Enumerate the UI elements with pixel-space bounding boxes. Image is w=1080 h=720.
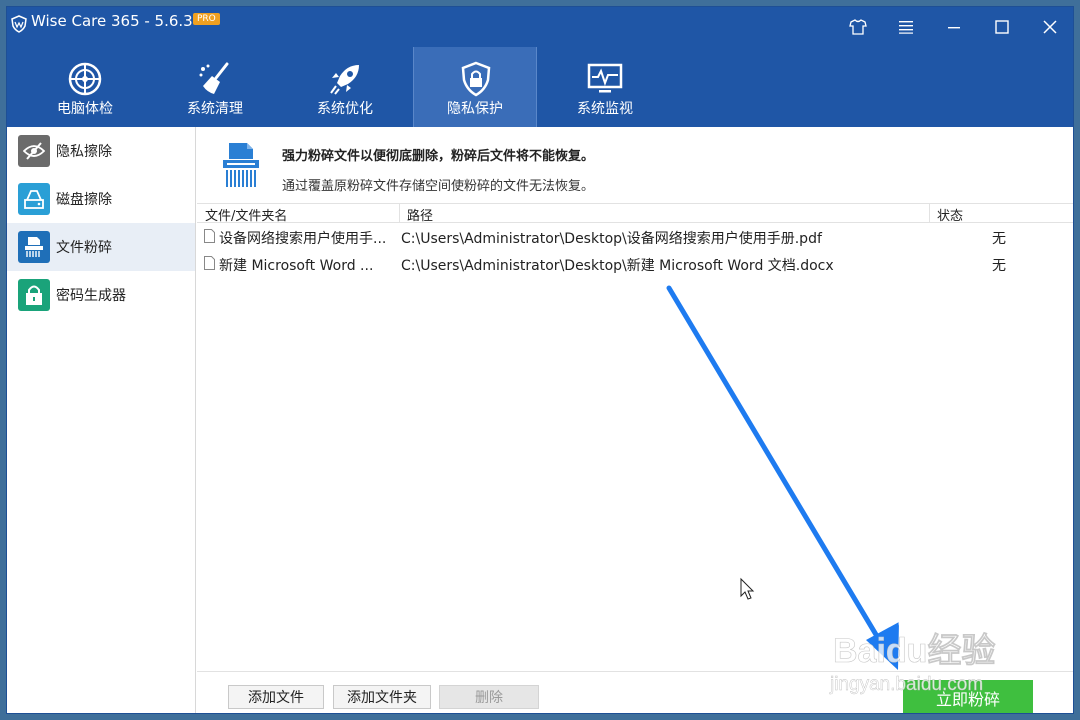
file-path: C:\Users\Administrator\Desktop\设备网络搜索用户使… xyxy=(401,231,822,247)
table-header: 文件/文件夹名 路径 状态 xyxy=(197,203,1073,224)
add-file-button[interactable]: 添加文件 xyxy=(228,685,324,709)
close-button[interactable] xyxy=(1027,7,1073,47)
file-list-table: 文件/文件夹名 路径 状态 设备网络搜索用户使用手... C:\Users\Ad… xyxy=(197,203,1073,277)
app-logo-icon xyxy=(11,15,27,33)
eye-slash-icon xyxy=(18,135,50,167)
skin-button[interactable] xyxy=(835,7,881,47)
sidebar-item-label: 密码生成器 xyxy=(56,288,126,304)
monitor-icon xyxy=(587,63,623,93)
file-icon xyxy=(204,229,215,243)
add-folder-button[interactable]: 添加文件夹 xyxy=(333,685,431,709)
sidebar-item-password-generator[interactable]: 密码生成器 xyxy=(7,271,195,319)
file-path: C:\Users\Administrator\Desktop\新建 Micros… xyxy=(401,258,834,274)
tab-label: 电脑体检 xyxy=(57,101,113,117)
file-shredder-panel: 强力粉碎文件以便彻底删除，粉碎后文件将不能恢复。 通过覆盖原粉碎文件存储空间使粉… xyxy=(197,127,1073,713)
table-row[interactable]: 设备网络搜索用户使用手... C:\Users\Administrator\De… xyxy=(197,223,1073,250)
maximize-icon xyxy=(995,20,1009,34)
panel-description: 通过覆盖原粉碎文件存储空间使粉碎的文件无法恢复。 xyxy=(282,179,595,194)
tab-privacy-protector[interactable]: 隐私保护 xyxy=(413,47,537,127)
menu-button[interactable] xyxy=(883,7,929,47)
privacy-shield-icon xyxy=(461,61,491,97)
file-name: 设备网络搜索用户使用手... xyxy=(219,231,387,247)
sidebar-item-label: 文件粉碎 xyxy=(56,240,112,256)
sidebar-item-privacy-eraser[interactable]: 隐私擦除 xyxy=(7,127,195,175)
menu-icon xyxy=(899,21,913,34)
shirt-icon xyxy=(849,19,867,35)
action-bar: 添加文件 添加文件夹 删除 立即粉碎 xyxy=(197,671,1073,713)
main-toolbar: 电脑体检 系统清理 系统优化 隐私保护 系统监视 xyxy=(7,47,1073,127)
radar-icon xyxy=(68,62,102,96)
sidebar-item-label: 隐私擦除 xyxy=(56,144,112,160)
delete-button[interactable]: 删除 xyxy=(439,685,539,709)
lock-icon xyxy=(18,279,50,311)
shredder-header-icon xyxy=(223,143,259,187)
tab-label: 隐私保护 xyxy=(447,101,503,117)
column-header-name[interactable]: 文件/文件夹名 xyxy=(205,205,287,224)
rocket-icon xyxy=(330,65,359,95)
sidebar-item-label: 磁盘擦除 xyxy=(56,192,112,208)
column-header-status[interactable]: 状态 xyxy=(937,205,963,224)
tab-system-monitor[interactable]: 系统监视 xyxy=(543,47,667,127)
tab-system-cleaner[interactable]: 系统清理 xyxy=(153,47,277,127)
shredder-icon xyxy=(18,231,50,263)
tab-label: 系统监视 xyxy=(577,101,633,117)
close-icon xyxy=(1043,20,1057,34)
broom-icon xyxy=(199,62,229,94)
column-header-path[interactable]: 路径 xyxy=(407,205,433,224)
app-window: Wise Care 365 - 5.6.3 PRO 电脑体检 系统清理 系统优化… xyxy=(6,6,1074,714)
file-status: 无 xyxy=(992,231,1006,247)
file-status: 无 xyxy=(992,258,1006,274)
tab-pc-checkup[interactable]: 电脑体检 xyxy=(23,47,147,127)
maximize-button[interactable] xyxy=(979,7,1025,47)
sidebar-item-file-shredder[interactable]: 文件粉碎 xyxy=(7,223,195,271)
tab-label: 系统优化 xyxy=(317,101,373,117)
app-title: Wise Care 365 - 5.6.3 xyxy=(31,12,193,30)
disk-icon xyxy=(18,183,50,215)
sidebar-item-disk-eraser[interactable]: 磁盘擦除 xyxy=(7,175,195,223)
panel-title: 强力粉碎文件以便彻底删除，粉碎后文件将不能恢复。 xyxy=(282,149,595,164)
pro-badge: PRO xyxy=(193,13,220,25)
tab-system-tuneup[interactable]: 系统优化 xyxy=(283,47,407,127)
tab-label: 系统清理 xyxy=(187,101,243,117)
file-icon xyxy=(204,256,215,270)
file-name: 新建 Microsoft Word ... xyxy=(219,258,374,274)
minimize-button[interactable] xyxy=(931,7,977,47)
column-divider[interactable] xyxy=(929,204,930,223)
minimize-icon xyxy=(948,27,960,29)
sidebar: 隐私擦除 磁盘擦除 文件粉碎 密码生成器 xyxy=(7,127,196,713)
shred-now-button[interactable]: 立即粉碎 xyxy=(903,680,1033,713)
title-bar: Wise Care 365 - 5.6.3 PRO xyxy=(7,7,1073,47)
column-divider[interactable] xyxy=(399,204,400,223)
table-row[interactable]: 新建 Microsoft Word ... C:\Users\Administr… xyxy=(197,250,1073,277)
